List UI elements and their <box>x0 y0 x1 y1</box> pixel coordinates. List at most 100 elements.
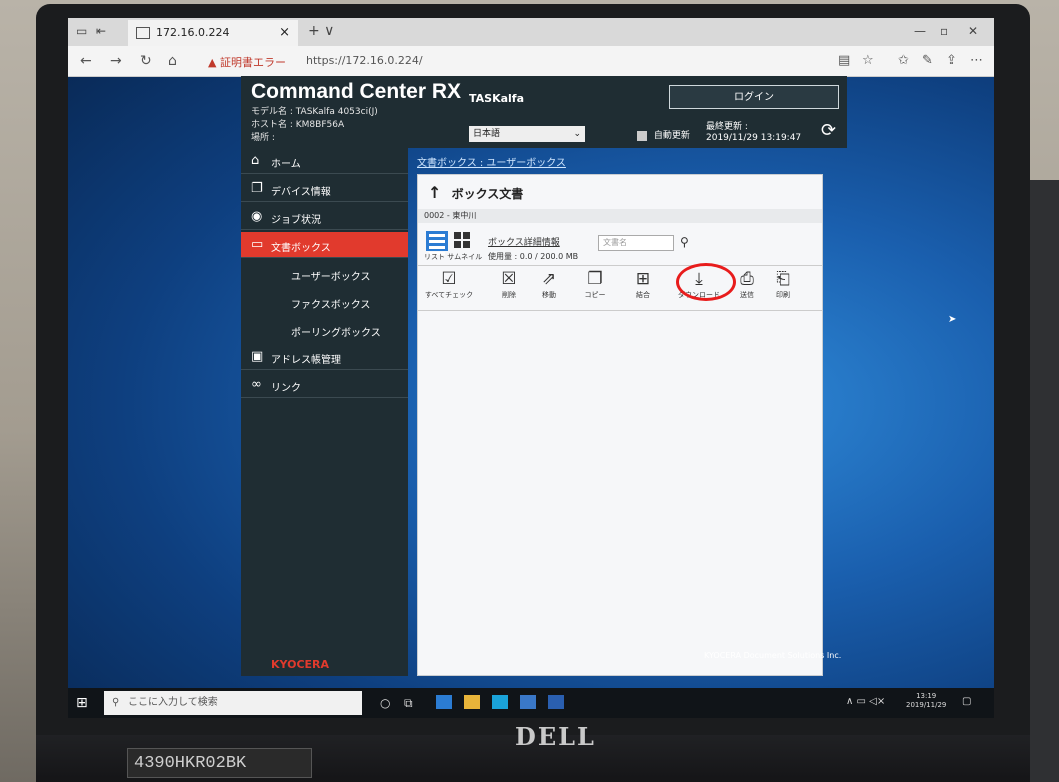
move-button[interactable]: ⇗ 移動 <box>532 266 566 310</box>
sidebar-item-fax-box[interactable]: ファクスボックス <box>241 288 408 314</box>
home-icon: ⌂ <box>251 153 260 168</box>
device-info-icon: ❐ <box>251 181 263 196</box>
eye-icon: ◉ <box>251 209 263 224</box>
tab-bar: ▭ ⇤ 172.16.0.224 × + ∨ — ▫ ✕ <box>68 18 994 46</box>
folder-icon: ▭ <box>251 237 264 252</box>
forward-icon[interactable]: → <box>110 53 122 69</box>
sidebar-item-label: デバイス情報 <box>271 187 331 198</box>
favorite-star-icon[interactable]: ☆ <box>862 53 874 68</box>
clock-date: 2019/11/29 <box>906 701 947 709</box>
login-button[interactable]: ログイン <box>669 85 839 109</box>
box-detail-label[interactable]: ボックス詳細情報 <box>488 238 560 248</box>
outlook-icon[interactable] <box>548 695 564 709</box>
back-icon[interactable]: ← <box>80 53 92 69</box>
sidebar-item-link[interactable]: ∞ リンク <box>241 372 408 398</box>
reading-view-icon[interactable]: ▤ <box>838 53 850 68</box>
file-explorer-icon[interactable] <box>464 695 480 709</box>
windows-start-icon[interactable]: ⊞ <box>76 695 88 711</box>
url-field[interactable]: https://172.16.0.224/ <box>306 54 423 67</box>
favorites-icon[interactable]: ✩ <box>898 53 909 68</box>
last-update-value: 2019/11/29 13:19:47 <box>706 133 802 143</box>
page-title: ↑ ボックス文書 <box>428 183 523 202</box>
breadcrumb[interactable]: 文書ボックス : ユーザーボックス <box>417 154 566 169</box>
app-icon[interactable] <box>520 695 536 709</box>
send-button[interactable]: ⎙ 送信 <box>732 266 762 310</box>
tab-actions-icon[interactable]: ▭ <box>76 24 87 38</box>
app-title: Command Center RX <box>251 80 462 103</box>
edge-icon[interactable] <box>436 695 452 709</box>
search-icon[interactable]: ⚲ <box>680 235 689 249</box>
list-view-icon[interactable] <box>426 231 448 255</box>
asset-tag: 4390HKR02BK <box>127 748 312 778</box>
tab-active[interactable]: 172.16.0.224 × <box>128 20 298 46</box>
sidebar-item-document-box[interactable]: ▭ 文書ボックス <box>241 232 408 258</box>
system-tray-icons[interactable]: ∧ ▭ ◁× <box>846 696 885 707</box>
search-input[interactable]: 文書名 <box>598 235 674 251</box>
move-icon: ⇗ <box>541 269 557 289</box>
set-aside-tabs-icon[interactable]: ⇤ <box>96 24 106 38</box>
arrow-up-icon[interactable]: ↑ <box>428 183 441 202</box>
sidebar-item-label: ユーザーボックス <box>291 272 371 283</box>
sidebar: ⌂ ホーム ❐ デバイス情報 ◉ ジョブ状況 ▭ 文書ボックス ユーザーボックス… <box>241 148 408 676</box>
taskbar-clock[interactable]: 13:19 2019/11/29 <box>906 692 946 710</box>
sidebar-item-label: アドレス帳管理 <box>271 355 341 366</box>
close-tab-icon[interactable]: × <box>279 25 290 40</box>
merge-button[interactable]: ⊞ 結合 <box>628 266 658 310</box>
thumbnail-view-icon[interactable] <box>454 232 470 248</box>
clock-time: 13:19 <box>916 692 937 700</box>
app-header: Command Center RX モデル名 : TASKalfa 4053ci… <box>241 76 847 148</box>
refresh-icon[interactable]: ⟳ <box>821 120 836 141</box>
task-view-icon[interactable]: ⧉ <box>404 696 413 711</box>
more-icon[interactable]: ⋯ <box>970 53 983 68</box>
taskbar-search-input[interactable]: ⚲ ここに入力して検索 <box>104 691 362 715</box>
sidebar-item-label: リンク <box>271 383 301 394</box>
language-select[interactable]: 日本語 ⌄ <box>469 126 585 142</box>
search-icon: ⚲ <box>112 697 120 708</box>
sidebar-item-address-book[interactable]: ▣ アドレス帳管理 <box>241 344 408 370</box>
document-toolbar: ☑ すべてチェック ☒ 削除 ⇗ 移動 ❐ コピー ⊞ 結合 ⤓ ダウンロード … <box>418 265 822 311</box>
address-book-icon: ▣ <box>251 349 264 364</box>
tab-title: 172.16.0.224 <box>156 26 230 39</box>
minimize-icon[interactable]: — <box>914 24 926 38</box>
home-icon[interactable]: ⌂ <box>168 53 177 69</box>
copy-icon: ❐ <box>587 269 603 289</box>
check-all-button[interactable]: ☑ すべてチェック <box>422 266 476 310</box>
sidebar-item-home[interactable]: ⌂ ホーム <box>241 148 408 174</box>
sidebar-item-label: 文書ボックス <box>271 243 331 254</box>
address-bar: ← → ↻ ⌂ ▲ 証明書エラー https://172.16.0.224/ ▤… <box>68 46 994 77</box>
auto-refresh-toggle[interactable]: 自動更新 <box>637 128 690 141</box>
last-update-label: 最終更新 : <box>706 122 748 132</box>
refresh-icon[interactable]: ↻ <box>140 53 152 69</box>
mouse-cursor-icon: ➤ <box>948 314 957 325</box>
sidebar-item-user-box[interactable]: ユーザーボックス <box>241 260 408 286</box>
restore-icon[interactable]: ▫ <box>940 24 948 38</box>
cortana-icon[interactable]: ○ <box>380 696 390 710</box>
last-update: 最終更新 : 2019/11/29 13:19:47 <box>706 122 801 144</box>
sidebar-item-device-info[interactable]: ❐ デバイス情報 <box>241 176 408 202</box>
sidebar-item-label: ファクスボックス <box>291 300 371 311</box>
new-tab-button[interactable]: + ∨ <box>308 23 334 39</box>
pen-icon[interactable]: ✎ <box>922 53 933 68</box>
sidebar-item-polling-box[interactable]: ポーリングボックス <box>241 316 408 342</box>
notification-icon[interactable]: ▢ <box>962 696 971 707</box>
copy-button[interactable]: ❐ コピー <box>578 266 612 310</box>
delete-button[interactable]: ☒ 削除 <box>492 266 526 310</box>
view-toggle-label: リスト サムネイル <box>424 253 483 261</box>
box-detail-link[interactable]: ボックス詳細情報 <box>488 235 560 248</box>
delete-icon: ☒ <box>501 269 517 289</box>
taskbar: ⊞ ⚲ ここに入力して検索 ○ ⧉ ∧ ▭ ◁× 13:19 2019/11/2… <box>68 688 994 718</box>
certificate-error[interactable]: ▲ 証明書エラー <box>208 54 286 70</box>
language-value: 日本語 <box>473 129 501 139</box>
sidebar-item-job-status[interactable]: ◉ ジョブ状況 <box>241 204 408 230</box>
print-button[interactable]: ⎗ 印刷 <box>768 266 798 310</box>
tool-label: 削除 <box>502 291 516 299</box>
close-window-icon[interactable]: ✕ <box>968 24 978 38</box>
location: 場所 : <box>251 133 275 143</box>
print-icon: ⎗ <box>776 269 790 289</box>
taskbar-search-placeholder: ここに入力して検索 <box>128 697 218 708</box>
host-name: ホスト名 : KM8BF56A <box>251 120 345 130</box>
app-l-icon[interactable] <box>492 695 508 709</box>
share-icon[interactable]: ⇪ <box>946 53 957 68</box>
chevron-down-icon: ⌄ <box>573 129 581 139</box>
monitor-brand: DELL <box>515 722 596 751</box>
